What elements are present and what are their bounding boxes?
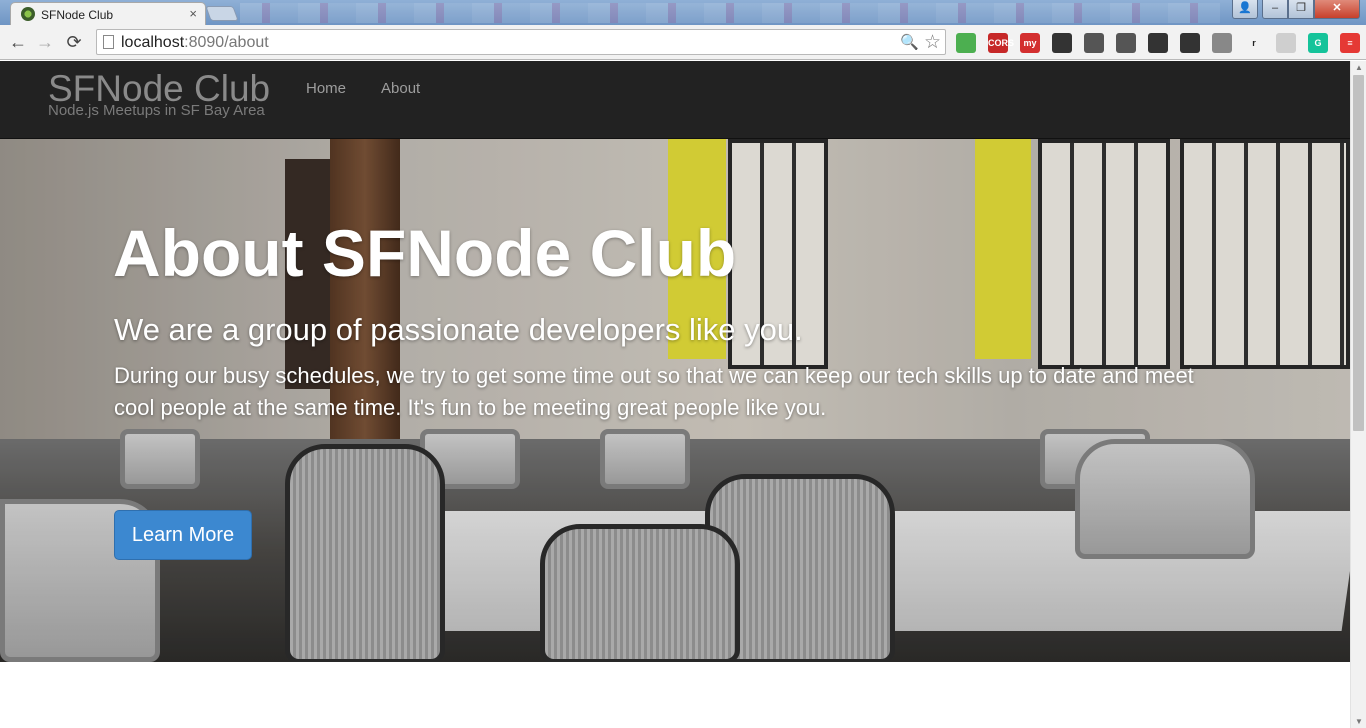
tab-title: SFNode Club xyxy=(41,8,114,22)
tab-close-icon[interactable]: × xyxy=(189,6,197,21)
sfnode-favicon-icon xyxy=(21,7,35,21)
zoom-icon[interactable]: 🔍 xyxy=(900,33,919,51)
page-scrollbar[interactable]: ▲ ▼ xyxy=(1350,61,1366,728)
browser-tab-strip: SFNode Club × 👤 – ❐ ✕ xyxy=(0,0,1366,25)
note-extension-icon[interactable] xyxy=(1276,33,1296,53)
my-extension-icon[interactable]: my xyxy=(1020,33,1040,53)
screen-extension-icon[interactable] xyxy=(1116,33,1136,53)
owl-extension-icon[interactable] xyxy=(1052,33,1072,53)
compass-extension-icon[interactable] xyxy=(1148,33,1168,53)
nav-link-about[interactable]: About xyxy=(381,80,420,97)
scroll-thumb[interactable] xyxy=(1353,75,1364,431)
browser-tab[interactable]: SFNode Club × xyxy=(10,2,206,25)
nav-link-home[interactable]: Home xyxy=(306,80,346,97)
hero-description: During our busy schedules, we try to get… xyxy=(114,363,1194,420)
brand-tagline: Node.js Meetups in SF Bay Area xyxy=(48,102,265,119)
back-arrow-icon[interactable]: ← xyxy=(8,32,28,53)
r-extension-icon[interactable]: r xyxy=(1244,33,1264,53)
scroll-down-arrow-icon[interactable]: ▼ xyxy=(1355,717,1363,726)
hero-section: About SFNode Club We are a group of pass… xyxy=(0,139,1350,662)
cors-extension-icon[interactable]: CORS xyxy=(988,33,1014,53)
learn-more-button[interactable]: Learn More xyxy=(114,510,252,560)
forward-arrow-icon[interactable]: → xyxy=(35,32,55,53)
window-controls: 👤 – ❐ ✕ xyxy=(1232,0,1360,19)
evernote-extension-icon[interactable] xyxy=(1180,33,1200,53)
grammarly-extension-icon[interactable]: G xyxy=(1308,33,1328,53)
scroll-up-arrow-icon[interactable]: ▲ xyxy=(1355,63,1363,72)
bookmark-star-icon[interactable]: ☆ xyxy=(924,31,941,54)
maximize-button[interactable]: ❐ xyxy=(1288,0,1314,19)
hero-title: About SFNode Club xyxy=(113,216,737,290)
hero-lead: We are a group of passionate developers … xyxy=(114,312,803,347)
close-window-button[interactable]: ✕ xyxy=(1314,0,1360,19)
url-text[interactable]: localhost:8090/about xyxy=(121,34,269,52)
reload-icon[interactable]: ⟳ xyxy=(64,32,84,53)
minimize-button[interactable]: – xyxy=(1262,0,1288,19)
site-navbar: SFNode Club Node.js Meetups in SF Bay Ar… xyxy=(0,61,1350,139)
cast-extension-icon[interactable] xyxy=(1084,33,1104,53)
leaf-extension-icon[interactable] xyxy=(956,33,976,53)
browser-toolbar: ← → ⟳ localhost:8090/about 🔍 ☆ CORS my r G ≡ xyxy=(0,25,1366,60)
new-tab-button[interactable] xyxy=(205,6,239,21)
menu-extension-icon[interactable]: ≡ xyxy=(1340,33,1360,53)
profile-icon[interactable]: 👤 xyxy=(1232,0,1258,19)
background-tabs xyxy=(240,3,1220,23)
copy-extension-icon[interactable] xyxy=(1212,33,1232,53)
address-bar[interactable]: localhost:8090/about 🔍 ☆ xyxy=(96,29,946,55)
page-icon xyxy=(103,35,114,49)
